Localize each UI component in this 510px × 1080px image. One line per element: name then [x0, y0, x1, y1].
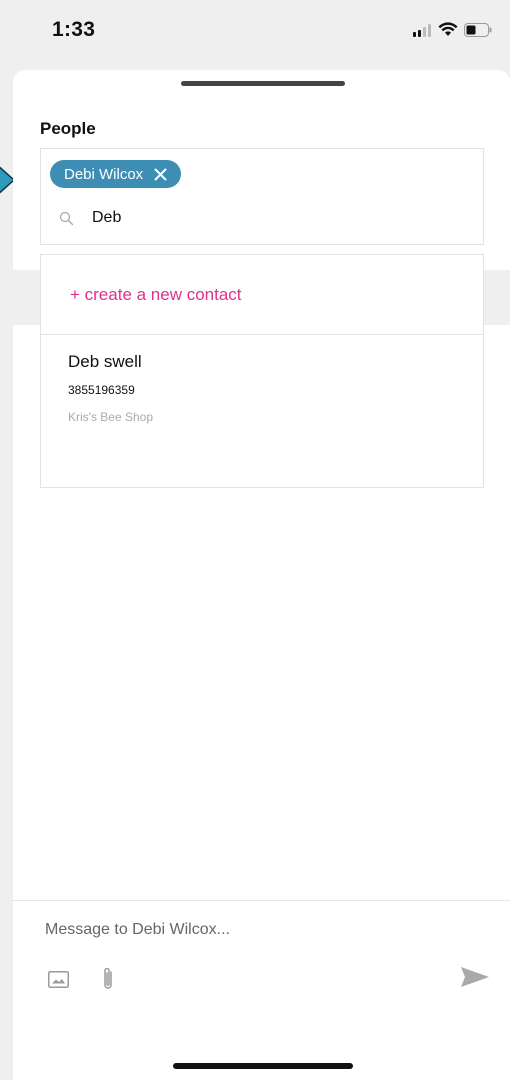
close-icon: [154, 168, 167, 180]
paperclip-icon: [104, 967, 112, 989]
battery-icon: [464, 22, 492, 37]
contact-company: Kris's Bee Shop: [68, 410, 154, 424]
new-message-sheet: People Debi Wilcox + create a new contac…: [13, 70, 510, 1080]
attach-image-button[interactable]: [47, 969, 69, 989]
home-indicator: [173, 1063, 353, 1069]
message-input[interactable]: [45, 921, 445, 939]
remove-recipient-button[interactable]: [153, 167, 167, 181]
drag-handle[interactable]: [181, 81, 345, 86]
contact-suggestions-dropdown: + create a new contact Deb swell 3855196…: [40, 254, 484, 488]
recipient-chip-label: Debi Wilcox: [64, 165, 144, 183]
message-composer: [13, 900, 510, 1040]
contact-phone: 3855196359: [68, 383, 135, 397]
recipient-search-input[interactable]: [92, 209, 432, 227]
recipient-search-row: [59, 209, 432, 227]
search-icon: [59, 211, 74, 225]
recipient-field[interactable]: Debi Wilcox: [40, 148, 484, 245]
status-bar: 1:33: [0, 0, 510, 70]
create-new-contact-link[interactable]: + create a new contact: [41, 255, 483, 335]
cellular-signal-icon: [413, 23, 431, 37]
send-button[interactable]: [459, 965, 491, 989]
status-time: 1:33: [52, 18, 96, 41]
image-icon: [47, 970, 69, 988]
attach-file-button[interactable]: [101, 965, 115, 993]
people-label: People: [40, 119, 96, 138]
wifi-icon: [438, 22, 458, 36]
send-icon: [461, 967, 489, 987]
contact-result-item[interactable]: Deb swell 3855196359 Kris's Bee Shop: [41, 335, 483, 487]
recipient-chip[interactable]: Debi Wilcox: [50, 160, 182, 188]
status-icons: [412, 22, 492, 37]
contact-name: Deb swell: [68, 352, 142, 371]
